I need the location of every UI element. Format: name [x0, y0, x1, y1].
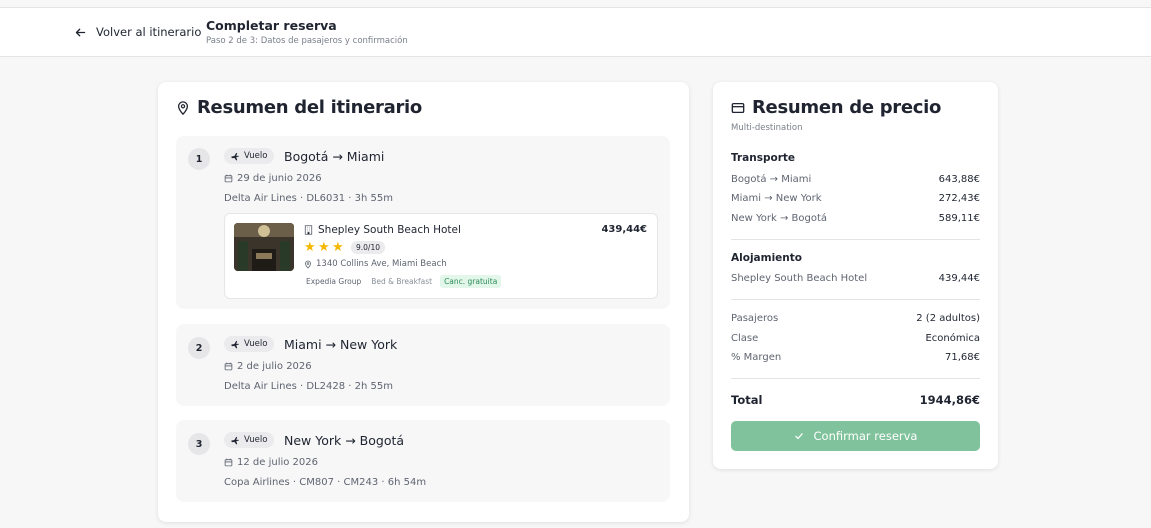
- top-strip: [0, 0, 1151, 8]
- segment-airline: Delta Air Lines · DL2428 · 2h 55m: [224, 381, 393, 392]
- map-pin-icon: [305, 260, 311, 269]
- transport-heading: Transporte: [731, 152, 796, 164]
- segment-type-badge: Vuelo: [224, 336, 275, 352]
- detail-row-value: 2 (2 adultos): [916, 313, 980, 324]
- divider: [731, 299, 980, 300]
- check-icon: [794, 433, 803, 440]
- segment-type-label: Vuelo: [244, 151, 268, 161]
- back-button[interactable]: Volver al itinerario: [74, 25, 201, 39]
- plane-icon: [231, 152, 240, 161]
- detail-row-value: Económica: [925, 333, 980, 344]
- credit-card-icon: [731, 102, 745, 113]
- hotel-name: Shepley South Beach Hotel: [304, 224, 461, 236]
- arrow-left-icon: [75, 28, 86, 36]
- total-label: Total: [731, 393, 763, 407]
- price-row-value: 589,11€: [938, 213, 980, 224]
- plane-icon: [231, 436, 240, 445]
- tag-category: Bed & Breakfast: [371, 277, 433, 286]
- hotel-photo: [234, 223, 294, 271]
- hotel-rating: 9.0/10: [351, 241, 385, 254]
- itinerary-title: Resumen del itinerario: [176, 97, 422, 118]
- itinerary-segment-3: 3 Vuelo New York → Bogotá 12 de julio 20…: [176, 420, 670, 502]
- total-row: Total 1944,86€: [731, 393, 980, 407]
- detail-row-label: Clase: [731, 333, 759, 344]
- itinerary-segment-1: 1 Vuelo Bogotá → Miami 29 de junio 2026 …: [176, 136, 670, 309]
- segment-route: Miami → New York: [284, 337, 398, 352]
- lodging-heading: Alojamiento: [731, 252, 802, 264]
- detail-row: Clase Económica: [731, 333, 980, 344]
- hotel-price: 439,44€: [601, 224, 647, 235]
- segment-route: Bogotá → Miami: [284, 149, 385, 164]
- hotel-card[interactable]: Shepley South Beach Hotel 439,44€ ★ ★ ★ …: [224, 213, 658, 299]
- price-summary-card: Resumen de precio Multi-destination Tran…: [713, 82, 998, 469]
- detail-row: % Margen 71,68€: [731, 352, 980, 363]
- segment-date: 29 de junio 2026: [224, 173, 322, 184]
- segment-number: 3: [188, 433, 210, 455]
- price-row: New York → Bogotá 589,11€: [731, 213, 980, 224]
- map-pin-icon: [177, 100, 189, 115]
- hotel-stars: ★ ★ ★ 9.0/10: [304, 241, 385, 254]
- hotel-tags: Expedia Group Bed & Breakfast Canc. grat…: [304, 275, 502, 288]
- plane-icon: [231, 340, 240, 349]
- detail-row: Pasajeros 2 (2 adultos): [731, 313, 980, 324]
- hotel-name-text: Shepley South Beach Hotel: [318, 224, 461, 236]
- price-row-value: 272,43€: [938, 193, 980, 204]
- price-row-label: New York → Bogotá: [731, 213, 828, 224]
- segment-type-badge: Vuelo: [224, 148, 275, 164]
- itinerary-segment-2: 2 Vuelo Miami → New York 2 de julio 2026…: [176, 324, 670, 406]
- hotel-address-text: 1340 Collins Ave, Miami Beach: [316, 259, 447, 269]
- divider: [731, 239, 980, 240]
- page-title: Completar reserva: [206, 18, 337, 33]
- calendar-icon: [224, 174, 233, 183]
- price-row: Miami → New York 272,43€: [731, 193, 980, 204]
- price-row-label: Bogotá → Miami: [731, 174, 812, 185]
- price-row-label: Miami → New York: [731, 193, 822, 204]
- itinerary-card: Resumen del itinerario 1 Vuelo Bogotá → …: [158, 82, 689, 522]
- price-subtitle: Multi-destination: [731, 123, 803, 133]
- star-icon: ★: [304, 239, 316, 255]
- segment-airline: Delta Air Lines · DL6031 · 3h 55m: [224, 193, 393, 204]
- segment-date: 2 de julio 2026: [224, 361, 312, 372]
- price-row-label: Shepley South Beach Hotel: [731, 273, 868, 284]
- price-row-value: 643,88€: [938, 174, 980, 185]
- page-subtitle: Paso 2 de 3: Datos de pasajeros y confir…: [206, 36, 408, 46]
- price-row: Bogotá → Miami 643,88€: [731, 174, 980, 185]
- total-value: 1944,86€: [919, 393, 980, 407]
- detail-row-value: 71,68€: [945, 352, 980, 363]
- price-title: Resumen de precio: [731, 97, 941, 118]
- star-icon: ★: [332, 239, 344, 255]
- star-icon: ★: [318, 239, 330, 255]
- page-header: Volver al itinerario Completar reserva P…: [0, 8, 1151, 57]
- confirm-booking-button[interactable]: Confirmar reserva: [731, 421, 980, 451]
- tag-free-cancel: Canc. gratuita: [440, 275, 502, 288]
- segment-type-label: Vuelo: [244, 339, 268, 349]
- segment-number: 2: [188, 337, 210, 359]
- segment-route: New York → Bogotá: [284, 433, 405, 448]
- price-title-text: Resumen de precio: [752, 97, 942, 118]
- tag-provider: Expedia Group: [306, 277, 362, 286]
- detail-row-label: Pasajeros: [731, 313, 779, 324]
- confirm-booking-label: Confirmar reserva: [813, 429, 918, 443]
- hotel-address: 1340 Collins Ave, Miami Beach: [304, 259, 447, 269]
- segment-type-badge: Vuelo: [224, 432, 275, 448]
- segment-type-label: Vuelo: [244, 435, 268, 445]
- back-label: Volver al itinerario: [96, 25, 202, 39]
- segment-airline: Copa Airlines · CM807 · CM243 · 6h 54m: [224, 477, 427, 488]
- segment-date-text: 29 de junio 2026: [237, 173, 322, 184]
- segment-date: 12 de julio 2026: [224, 457, 318, 468]
- divider: [731, 378, 980, 379]
- calendar-icon: [224, 362, 233, 371]
- price-row-value: 439,44€: [938, 273, 980, 284]
- detail-row-label: % Margen: [731, 352, 782, 363]
- segment-date-text: 12 de julio 2026: [237, 457, 319, 468]
- segment-number: 1: [188, 148, 210, 170]
- itinerary-title-text: Resumen del itinerario: [197, 97, 422, 118]
- price-row: Shepley South Beach Hotel 439,44€: [731, 273, 980, 284]
- building-icon: [304, 225, 313, 235]
- segment-date-text: 2 de julio 2026: [237, 361, 312, 372]
- calendar-icon: [224, 458, 233, 467]
